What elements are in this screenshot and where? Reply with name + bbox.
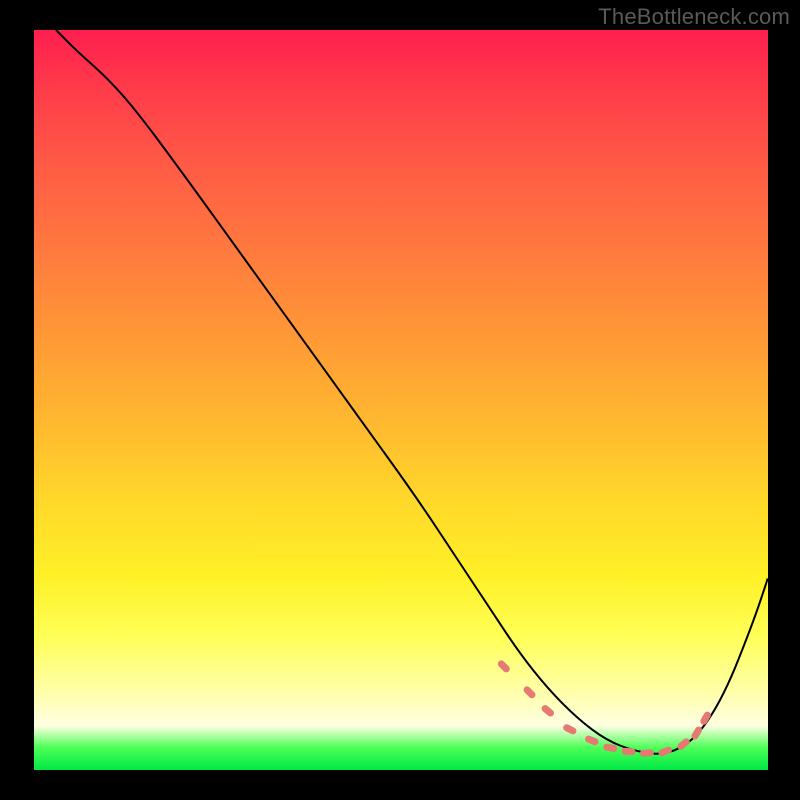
optimal-zone-markers	[496, 659, 712, 757]
marker-dot	[540, 704, 555, 718]
marker-dot	[496, 659, 511, 674]
marker-dot	[584, 735, 600, 747]
watermark-text: TheBottleneck.com	[598, 4, 790, 30]
bottleneck-curve	[56, 30, 768, 754]
marker-dot	[522, 685, 537, 700]
chart-frame: TheBottleneck.com	[0, 0, 800, 800]
marker-dot	[657, 746, 673, 758]
chart-svg	[34, 30, 768, 770]
marker-dot	[640, 749, 655, 757]
marker-dot	[621, 747, 636, 755]
plot-area	[34, 30, 768, 770]
marker-dot	[562, 723, 578, 736]
